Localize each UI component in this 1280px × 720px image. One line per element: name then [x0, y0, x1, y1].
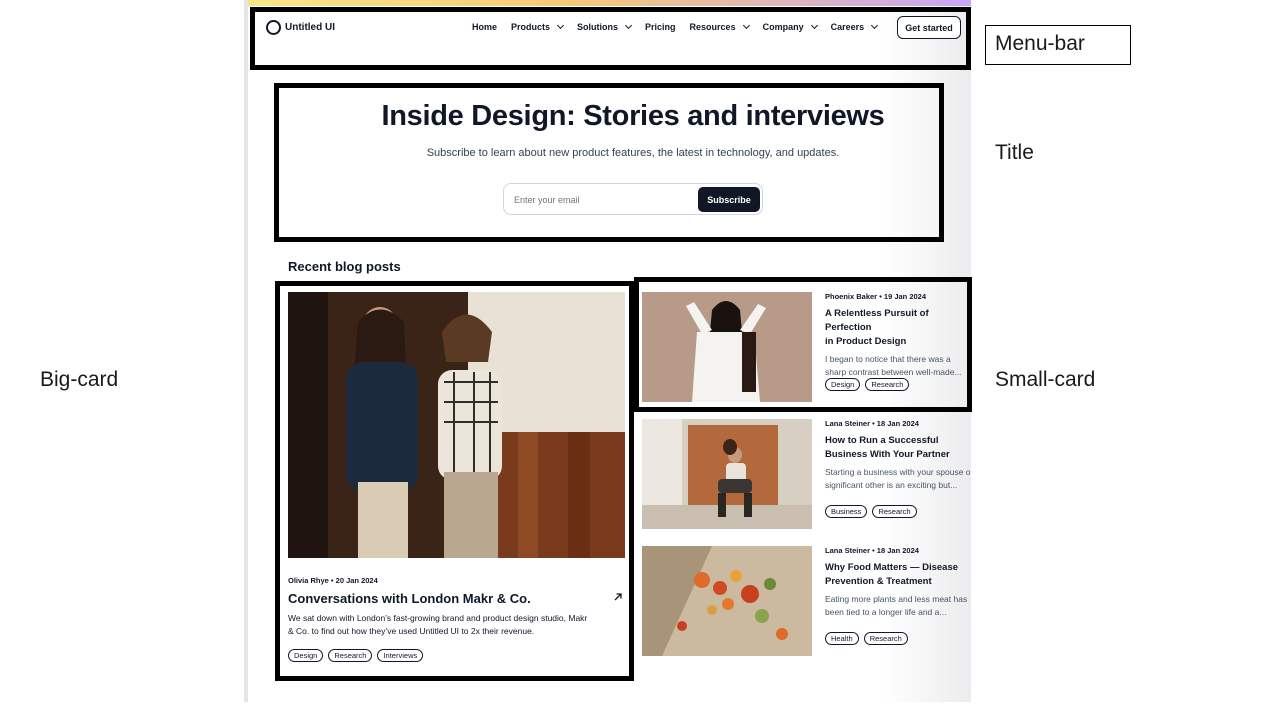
- post-description: Starting a business with your spouse or …: [825, 467, 974, 490]
- get-started-button[interactable]: Get started: [897, 16, 961, 39]
- title-label: Title: [995, 141, 1034, 164]
- photo-food-produce-image: [642, 546, 812, 656]
- arrow-up-right-icon[interactable]: [613, 592, 623, 602]
- tag-health[interactable]: Health: [825, 632, 859, 645]
- section-title: Recent blog posts: [288, 259, 401, 274]
- chevron-down-icon: [624, 21, 633, 30]
- tag-research[interactable]: Research: [863, 632, 908, 645]
- post-meta: Lana Steiner • 18 Jan 2024: [825, 419, 919, 428]
- email-input[interactable]: [514, 190, 694, 210]
- subscribe-button[interactable]: Subscribe: [698, 187, 760, 212]
- post-3-image[interactable]: [642, 546, 812, 656]
- big-post-meta: Olivia Rhye • 20 Jan 2024: [288, 576, 378, 585]
- big-post-title[interactable]: Conversations with London Makr & Co.: [288, 591, 531, 606]
- tag-interviews[interactable]: Interviews: [377, 649, 424, 662]
- photo-couple-studio-image: [642, 419, 812, 529]
- post-meta: Phoenix Baker • 19 Jan 2024: [825, 292, 927, 301]
- tag-design[interactable]: Design: [288, 649, 324, 662]
- post-1-text: Phoenix Baker • 19 Jan 2024 A Relentless…: [825, 292, 975, 379]
- logo-icon: [266, 20, 281, 35]
- chevron-down-icon: [810, 21, 818, 30]
- post-meta: Lana Steiner • 18 Jan 2024: [825, 546, 919, 555]
- menu-bar-label: Menu-bar: [995, 32, 1085, 55]
- nav-item-company[interactable]: Company: [762, 21, 818, 32]
- nav-menu: Home Products Solutions Pricing Resource…: [472, 21, 891, 32]
- logo-text: Untitled UI: [285, 22, 335, 33]
- nav-item-label: Careers: [830, 22, 865, 32]
- page-right-margin: [971, 0, 1280, 720]
- post-3-text: Lana Steiner • 18 Jan 2024 Why Food Matt…: [825, 546, 975, 619]
- post-3-tags: Health Research: [825, 632, 913, 645]
- menu-bar: Untitled UI Home Products Solutions Pric…: [256, 10, 968, 50]
- nav-item-label: Resources: [689, 22, 736, 32]
- big-post-image[interactable]: [288, 292, 625, 558]
- nav-item-label: Products: [511, 22, 551, 32]
- post-description: I began to notice that there was a sharp…: [825, 354, 962, 377]
- subscribe-form: Subscribe: [503, 183, 763, 215]
- nav-item-home[interactable]: Home: [472, 22, 497, 32]
- chevron-down-icon: [556, 21, 565, 30]
- small-card-label: Small-card: [995, 368, 1096, 391]
- photo-woman-white-shirt-image: [642, 292, 812, 402]
- page-title: Inside Design: Stories and interviews: [381, 100, 885, 132]
- tag-business[interactable]: Business: [825, 505, 868, 518]
- page-subtitle: Subscribe to learn about new product fea…: [426, 147, 840, 159]
- post-description: Eating more plants and less meat has bee…: [825, 594, 968, 617]
- nav-item-label: Solutions: [577, 22, 619, 32]
- chevron-down-icon: [871, 21, 879, 30]
- post-1-image[interactable]: [642, 292, 812, 402]
- post-title[interactable]: Why Food Matters — Disease Prevention & …: [825, 561, 975, 589]
- big-post-tags: Design Research Interviews: [288, 649, 428, 662]
- post-2-text: Lana Steiner • 18 Jan 2024 How to Run a …: [825, 419, 975, 492]
- nav-item-resources[interactable]: Resources: [689, 21, 750, 32]
- photo-two-women-image: [288, 292, 625, 558]
- nav-item-label: Home: [472, 22, 498, 32]
- big-post-description: We sat down with London’s fast-growing b…: [288, 613, 588, 636]
- big-card-label: Big-card: [40, 368, 119, 391]
- post-2-image[interactable]: [642, 419, 812, 529]
- nav-item-products[interactable]: Products: [511, 21, 565, 32]
- logo[interactable]: Untitled UI: [266, 20, 335, 35]
- post-title[interactable]: How to Run a Successful Business With Yo…: [825, 434, 975, 462]
- nav-item-solutions[interactable]: Solutions: [577, 21, 633, 32]
- nav-item-careers[interactable]: Careers: [830, 21, 879, 32]
- post-2-tags: Business Research: [825, 505, 922, 518]
- chevron-down-icon: [742, 21, 750, 30]
- nav-item-label: Pricing: [645, 22, 676, 32]
- nav-item-label: Company: [762, 22, 804, 32]
- gradient-top-strip: [248, 0, 971, 6]
- nav-item-pricing[interactable]: Pricing: [645, 22, 676, 32]
- tag-research[interactable]: Research: [865, 378, 910, 391]
- tag-research[interactable]: Research: [872, 505, 917, 518]
- tag-design[interactable]: Design: [825, 378, 861, 391]
- post-title[interactable]: A Relentless Pursuit of Perfection in Pr…: [825, 307, 975, 349]
- tag-research[interactable]: Research: [328, 649, 373, 662]
- post-1-tags: Design Research: [825, 378, 914, 391]
